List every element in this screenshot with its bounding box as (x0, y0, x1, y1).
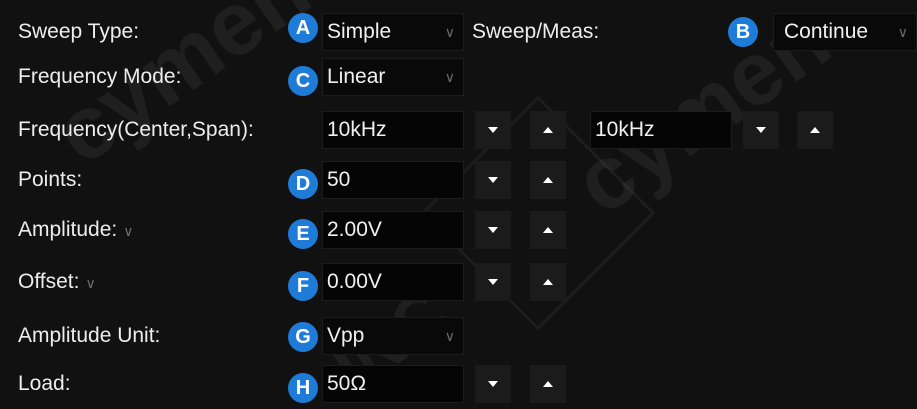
sweep-type-label: Sweep Type: (18, 20, 140, 43)
amplitude-unit-value: Vpp (327, 324, 365, 347)
frequency-row: Frequency(Center,Span): 10kHz 10kHz (0, 108, 917, 152)
amplitude-decrement-button[interactable] (475, 211, 511, 249)
load-decrement-button[interactable] (475, 365, 511, 403)
frequency-mode-value: Linear (327, 65, 386, 88)
offset-value: 0.00V (327, 270, 382, 293)
chevron-down-icon: ∨ (85, 275, 96, 291)
sweep-type-row: Sweep Type: A Simple ∨ Sweep/Meas: B Con… (0, 10, 917, 54)
frequency-span-field[interactable]: 10kHz (590, 111, 732, 149)
amplitude-unit-label: Amplitude Unit: (18, 324, 161, 347)
triangle-up-icon (810, 127, 820, 133)
triangle-down-icon (488, 227, 498, 233)
sweep-type-value: Simple (327, 20, 392, 43)
frequency-span-decrement-button[interactable] (743, 111, 779, 149)
sweep-meas-select[interactable]: Continue ∨ (773, 13, 917, 51)
frequency-span-increment-button[interactable] (797, 111, 833, 149)
triangle-up-icon (543, 381, 553, 387)
points-label: Points: (18, 168, 83, 191)
frequency-center-decrement-button[interactable] (475, 111, 511, 149)
frequency-label: Frequency(Center,Span): (18, 118, 254, 141)
offset-label-text: Offset: (18, 270, 80, 293)
offset-increment-button[interactable] (530, 263, 566, 301)
triangle-up-icon (543, 279, 553, 285)
triangle-down-icon (488, 177, 498, 183)
triangle-down-icon (488, 279, 498, 285)
offset-label[interactable]: Offset: ∨ (18, 260, 96, 304)
frequency-center-field[interactable]: 10kHz (322, 111, 464, 149)
chevron-down-icon: ∨ (444, 69, 455, 85)
badge-f: F (288, 271, 318, 301)
triangle-down-icon (488, 381, 498, 387)
triangle-down-icon (488, 127, 498, 133)
chevron-down-icon: ∨ (123, 223, 134, 239)
amplitude-unit-select[interactable]: Vpp ∨ (322, 317, 464, 355)
load-field[interactable]: 50Ω (322, 365, 464, 403)
amplitude-value: 2.00V (327, 218, 382, 241)
amplitude-increment-button[interactable] (530, 211, 566, 249)
frequency-span-value: 10kHz (595, 118, 655, 141)
chevron-down-icon: ∨ (444, 328, 455, 344)
triangle-up-icon (543, 127, 553, 133)
triangle-up-icon (543, 227, 553, 233)
load-row: Load: H 50Ω (0, 362, 917, 406)
triangle-down-icon (756, 127, 766, 133)
load-label: Load: (18, 372, 71, 395)
sweep-meas-label: Sweep/Meas: (472, 20, 600, 43)
badge-h: H (288, 373, 318, 403)
offset-field[interactable]: 0.00V (322, 263, 464, 301)
frequency-mode-row: Frequency Mode: C Linear ∨ (0, 55, 917, 99)
sweep-meas-value: Continue (784, 20, 869, 43)
amplitude-label-text: Amplitude: (18, 218, 118, 241)
offset-row: Offset: ∨ F 0.00V (0, 260, 917, 304)
badge-d: D (288, 169, 318, 199)
points-row: Points: D 50 (0, 158, 917, 202)
load-value: 50Ω (327, 372, 367, 395)
triangle-up-icon (543, 177, 553, 183)
frequency-mode-label: Frequency Mode: (18, 65, 182, 88)
amplitude-field[interactable]: 2.00V (322, 211, 464, 249)
points-field[interactable]: 50 (322, 161, 464, 199)
frequency-center-value: 10kHz (327, 118, 387, 141)
points-decrement-button[interactable] (475, 161, 511, 199)
frequency-mode-select[interactable]: Linear ∨ (322, 58, 464, 96)
chevron-down-icon: ∨ (897, 24, 908, 40)
sweep-type-select[interactable]: Simple ∨ (322, 13, 464, 51)
points-increment-button[interactable] (530, 161, 566, 199)
badge-a: A (288, 13, 318, 43)
chevron-down-icon: ∨ (444, 24, 455, 40)
offset-decrement-button[interactable] (475, 263, 511, 301)
frequency-center-increment-button[interactable] (530, 111, 566, 149)
amplitude-label[interactable]: Amplitude: ∨ (18, 208, 133, 252)
load-increment-button[interactable] (530, 365, 566, 403)
amplitude-unit-row: Amplitude Unit: G Vpp ∨ (0, 314, 917, 358)
amplitude-row: Amplitude: ∨ E 2.00V (0, 208, 917, 252)
badge-b: B (728, 17, 758, 47)
badge-c: C (288, 66, 318, 96)
points-value: 50 (327, 168, 351, 191)
badge-e: E (288, 219, 318, 249)
badge-g: G (288, 322, 318, 352)
